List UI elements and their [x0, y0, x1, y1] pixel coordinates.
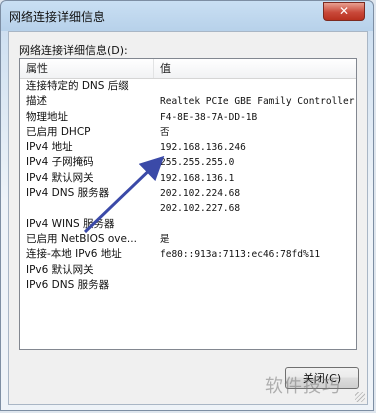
value-cell: 202.102.227.68 [160, 203, 241, 215]
column-header-property[interactable]: 属性 [20, 59, 154, 78]
value-cell: fe80::913a:7113:ec46:78fd%11 [160, 249, 321, 261]
property-cell: IPv6 DNS 服务器 [26, 278, 110, 291]
resize-grip-icon[interactable] [355, 392, 365, 402]
watermark-text: 软件技巧 [265, 376, 341, 397]
value-cell: 202.102.224.68 [160, 188, 241, 200]
table-row[interactable]: 物理地址 F4-8E-38-7A-DD-1B [20, 110, 356, 125]
table-row[interactable]: IPv4 默认网关 192.168.136.1 [20, 171, 356, 186]
property-cell: 连接-本地 IPv6 地址 [26, 248, 122, 261]
table-row[interactable]: 已启用 NetBIOS ove... 是 [20, 232, 356, 247]
close-icon: ✕ [338, 4, 350, 18]
property-cell: IPv4 DNS 服务器 [26, 187, 110, 200]
table-row[interactable]: IPv6 DNS 服务器 [20, 278, 356, 293]
property-cell: 已启用 NetBIOS ove... [26, 232, 137, 245]
property-cell: IPv4 地址 [26, 141, 73, 154]
value-cell: 192.168.136.246 [160, 142, 246, 154]
value-cell: 是 [160, 233, 170, 245]
property-cell: IPv4 子网掩码 [26, 156, 94, 169]
property-cell: IPv4 WINS 服务器 [26, 217, 115, 230]
value-cell: 255.255.255.0 [160, 157, 235, 169]
table-row[interactable]: IPv4 地址 192.168.136.246 [20, 140, 356, 155]
value-cell: Realtek PCIe GBE Family Controller [160, 96, 355, 108]
property-cell: 已启用 DHCP [26, 125, 91, 138]
list-rows: 连接特定的 DNS 后缀 描述 Realtek PCIe GBE Family C… [20, 79, 356, 293]
table-row[interactable]: IPv6 默认网关 [20, 263, 356, 278]
property-cell: 连接特定的 DNS 后缀 [26, 80, 129, 92]
value-cell: 否 [160, 126, 170, 138]
details-listview[interactable]: 属性 值 连接特定的 DNS 后缀 描述 Realtek PCIe GBE Fam… [19, 58, 357, 350]
table-row[interactable]: IPv4 子网掩码 255.255.255.0 [20, 155, 356, 170]
dialog-window: 网络连接详细信息 ✕ 网络连接详细信息(D): 属性 值 连接特定的 DNS 后… [0, 0, 374, 411]
window-close-button[interactable]: ✕ [323, 2, 365, 21]
table-row[interactable]: 描述 Realtek PCIe GBE Family Controller [20, 94, 356, 109]
window-title: 网络连接详细信息 [9, 10, 106, 24]
property-cell: 物理地址 [26, 110, 68, 123]
dialog-client-area: 网络连接详细信息(D): 属性 值 连接特定的 DNS 后缀 描述 Realtek… [8, 31, 368, 405]
value-cell: 192.168.136.1 [160, 172, 235, 184]
property-cell: 描述 [26, 95, 47, 108]
property-cell: IPv6 默认网关 [26, 263, 94, 276]
details-label: 网络连接详细信息(D): [19, 44, 128, 57]
list-header: 属性 值 [20, 59, 356, 79]
table-row[interactable]: 连接-本地 IPv6 地址 fe80::913a:7113:ec46:78fd%1… [20, 247, 356, 262]
table-row[interactable]: 连接特定的 DNS 后缀 [20, 79, 356, 94]
column-header-value[interactable]: 值 [154, 59, 356, 78]
value-cell: F4-8E-38-7A-DD-1B [160, 111, 258, 123]
table-row[interactable]: 202.102.227.68 [20, 201, 356, 216]
property-cell: IPv4 默认网关 [26, 171, 94, 184]
table-row[interactable]: 已启用 DHCP 否 [20, 125, 356, 140]
table-row[interactable]: IPv4 WINS 服务器 [20, 217, 356, 232]
table-row[interactable]: IPv4 DNS 服务器 202.102.224.68 [20, 186, 356, 201]
title-bar[interactable]: 网络连接详细信息 ✕ [1, 1, 373, 31]
